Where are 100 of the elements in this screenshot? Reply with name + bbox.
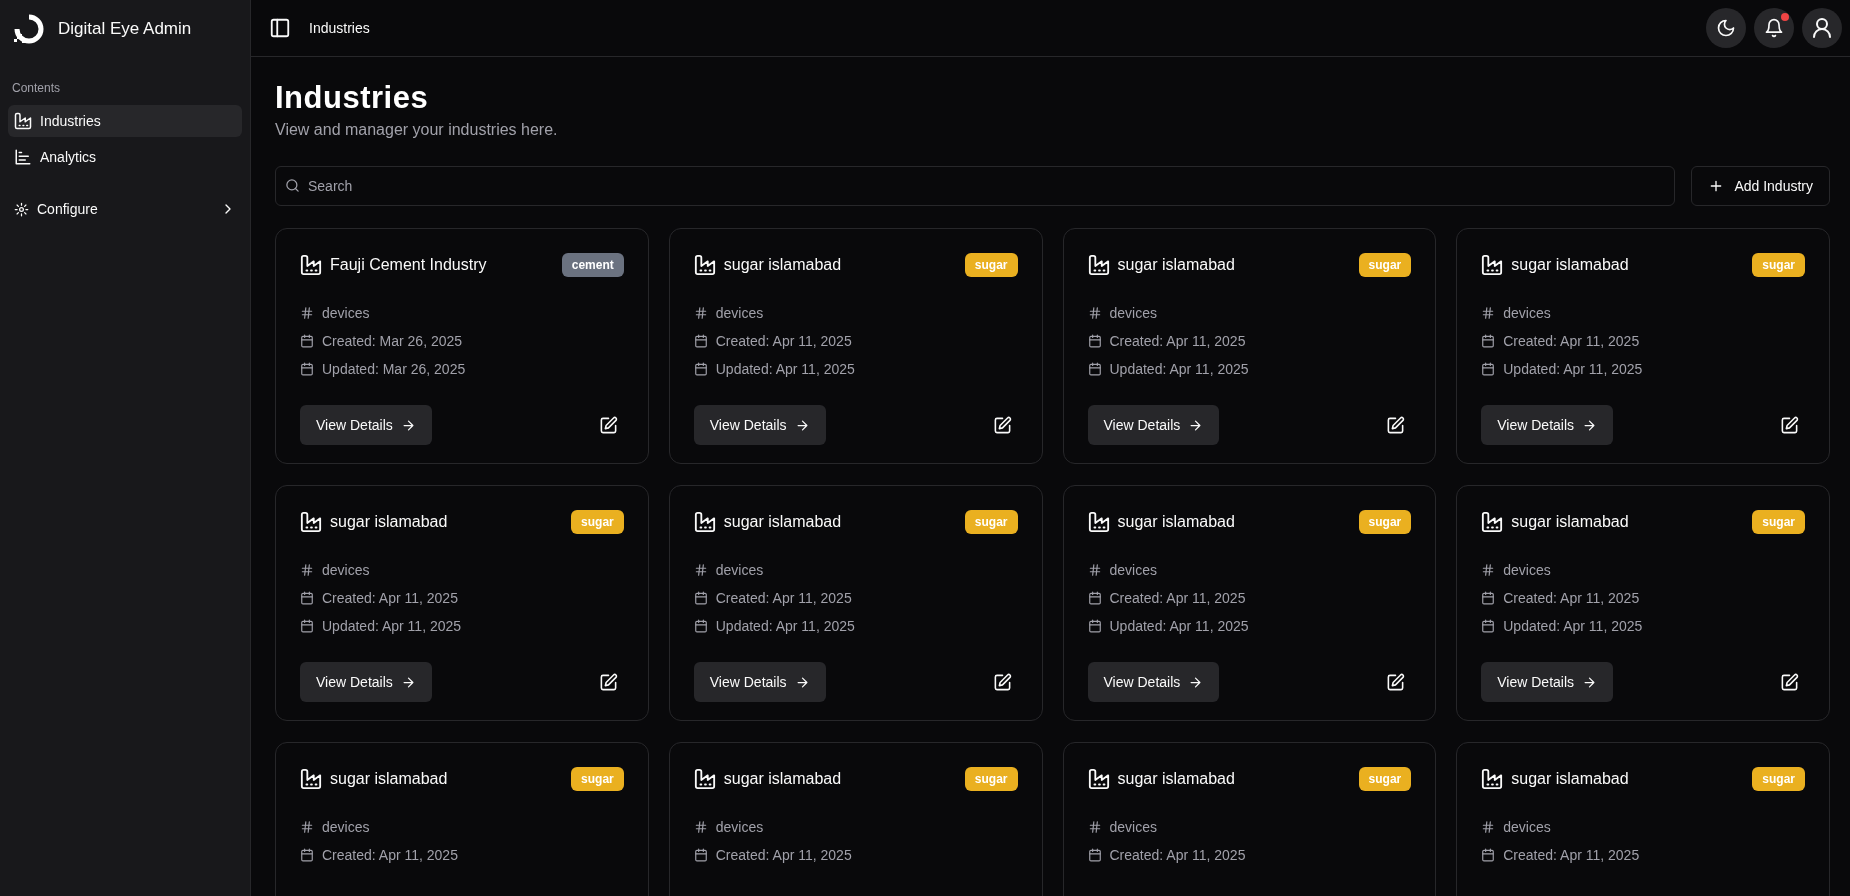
created-date: Created: Apr 11, 2025	[715, 331, 852, 351]
calendar-icon	[1481, 619, 1496, 634]
calendar-icon	[693, 848, 708, 863]
hash-icon	[1087, 820, 1102, 835]
factory-icon	[14, 112, 32, 130]
pencil-icon	[1386, 416, 1406, 436]
calendar-icon	[1481, 848, 1496, 863]
arrow-right-icon	[1188, 674, 1204, 690]
industry-name: sugar islamabad	[1511, 512, 1629, 533]
calendar-icon	[1087, 334, 1102, 349]
pencil-icon	[598, 416, 618, 436]
created-date: Created: Apr 11, 2025	[1109, 331, 1246, 351]
created-date: Created: Apr 11, 2025	[322, 845, 458, 865]
sidebar-item[interactable]: Analytics	[8, 141, 242, 173]
calendar-icon	[693, 362, 708, 377]
search-field[interactable]: Search	[275, 166, 1676, 207]
calendar-icon	[1481, 334, 1496, 349]
industry-name: sugar islamabad	[330, 769, 448, 790]
pencil-icon	[1780, 673, 1799, 693]
factory-icon	[693, 511, 716, 534]
add-industry-button[interactable]: Add Industry	[1691, 166, 1830, 207]
factory-icon	[1481, 254, 1504, 277]
hash-icon	[1087, 563, 1102, 578]
user-icon	[1810, 16, 1834, 40]
device-count: devices	[1109, 560, 1157, 580]
pencil-icon	[598, 673, 618, 693]
user-avatar-button[interactable]	[1802, 8, 1842, 48]
arrow-right-icon	[1188, 417, 1204, 433]
created-date: Created: Apr 11, 2025	[1109, 588, 1246, 608]
device-count: devices	[715, 303, 764, 323]
hash-icon	[693, 820, 708, 835]
arrow-right-icon	[400, 417, 416, 433]
created-date: Created: Apr 11, 2025	[715, 845, 852, 865]
calendar-icon	[300, 334, 314, 349]
created-date: Created: Apr 11, 2025	[715, 588, 852, 608]
calendar-icon	[693, 619, 708, 634]
view-details-button[interactable]: View Details	[693, 662, 826, 703]
pencil-icon	[992, 673, 1012, 693]
view-details-button[interactable]: View Details	[300, 405, 432, 446]
moon-icon	[1716, 18, 1736, 38]
device-count: devices	[322, 817, 370, 837]
calendar-icon	[1087, 362, 1102, 377]
hash-icon	[300, 563, 314, 578]
created-date: Created: Apr 11, 2025	[1503, 331, 1640, 351]
updated-date: Updated: Apr 11, 2025	[1109, 616, 1249, 636]
pencil-icon	[1780, 416, 1799, 436]
device-count: devices	[322, 560, 370, 580]
category-tag: sugar	[1752, 253, 1805, 278]
pencil-icon	[992, 416, 1012, 436]
industry-name: sugar islamabad	[330, 512, 448, 533]
calendar-icon	[1087, 848, 1102, 863]
factory-icon	[693, 254, 716, 277]
view-details-button[interactable]: View Details	[1481, 662, 1614, 703]
sidebar-item[interactable]: Industries	[8, 105, 242, 137]
category-tag: cement	[561, 253, 624, 278]
theme-toggle-button[interactable]	[1706, 8, 1746, 48]
factory-icon	[1087, 511, 1110, 534]
device-count: devices	[322, 303, 370, 323]
category-tag: sugar	[964, 767, 1018, 792]
notifications-button[interactable]	[1754, 8, 1794, 48]
updated-date: Updated: Apr 11, 2025	[1109, 359, 1249, 379]
created-date: Created: Apr 11, 2025	[322, 588, 458, 608]
view-details-button[interactable]: View Details	[693, 405, 826, 446]
industry-name: Fauji Cement Industry	[330, 255, 487, 276]
updated-date: Updated: Mar 26, 2025	[322, 359, 466, 379]
view-details-button[interactable]: View Details	[1087, 662, 1220, 703]
hash-icon	[1087, 306, 1102, 321]
category-tag: sugar	[1752, 510, 1805, 535]
industry-name: sugar islamabad	[723, 769, 842, 790]
created-date: Created: Apr 11, 2025	[1503, 845, 1640, 865]
sidebar-toggle-icon[interactable]	[269, 16, 291, 40]
arrow-right-icon	[1582, 674, 1598, 690]
device-count: devices	[1109, 303, 1157, 323]
factory-icon	[1087, 254, 1110, 277]
hash-icon	[1481, 820, 1496, 835]
bell-icon	[1764, 18, 1784, 38]
arrow-right-icon	[400, 674, 416, 690]
hash-icon	[1481, 563, 1496, 578]
view-details-button[interactable]: View Details	[300, 662, 432, 703]
category-tag: sugar	[1358, 767, 1412, 792]
bar-chart-icon	[14, 148, 32, 166]
device-count: devices	[1503, 817, 1551, 837]
configure-item[interactable]: Configure	[8, 193, 242, 225]
factory-icon	[300, 511, 322, 534]
hash-icon	[693, 306, 708, 321]
calendar-icon	[1087, 619, 1102, 634]
industry-name: sugar islamabad	[723, 255, 842, 276]
calendar-icon	[300, 591, 314, 606]
view-details-button[interactable]: View Details	[1087, 405, 1220, 446]
breadcrumb: Industries	[309, 18, 370, 38]
industry-name: sugar islamabad	[1511, 769, 1629, 790]
view-details-button[interactable]: View Details	[1481, 405, 1614, 446]
page-subtitle: View and manager your industries here.	[275, 120, 559, 141]
logo-icon	[14, 13, 44, 44]
device-count: devices	[1109, 817, 1157, 837]
industry-name: sugar islamabad	[1117, 255, 1235, 276]
category-tag: sugar	[1358, 253, 1412, 278]
updated-date: Updated: Apr 11, 2025	[715, 616, 855, 636]
category-tag: sugar	[571, 510, 624, 535]
calendar-icon	[300, 362, 314, 377]
